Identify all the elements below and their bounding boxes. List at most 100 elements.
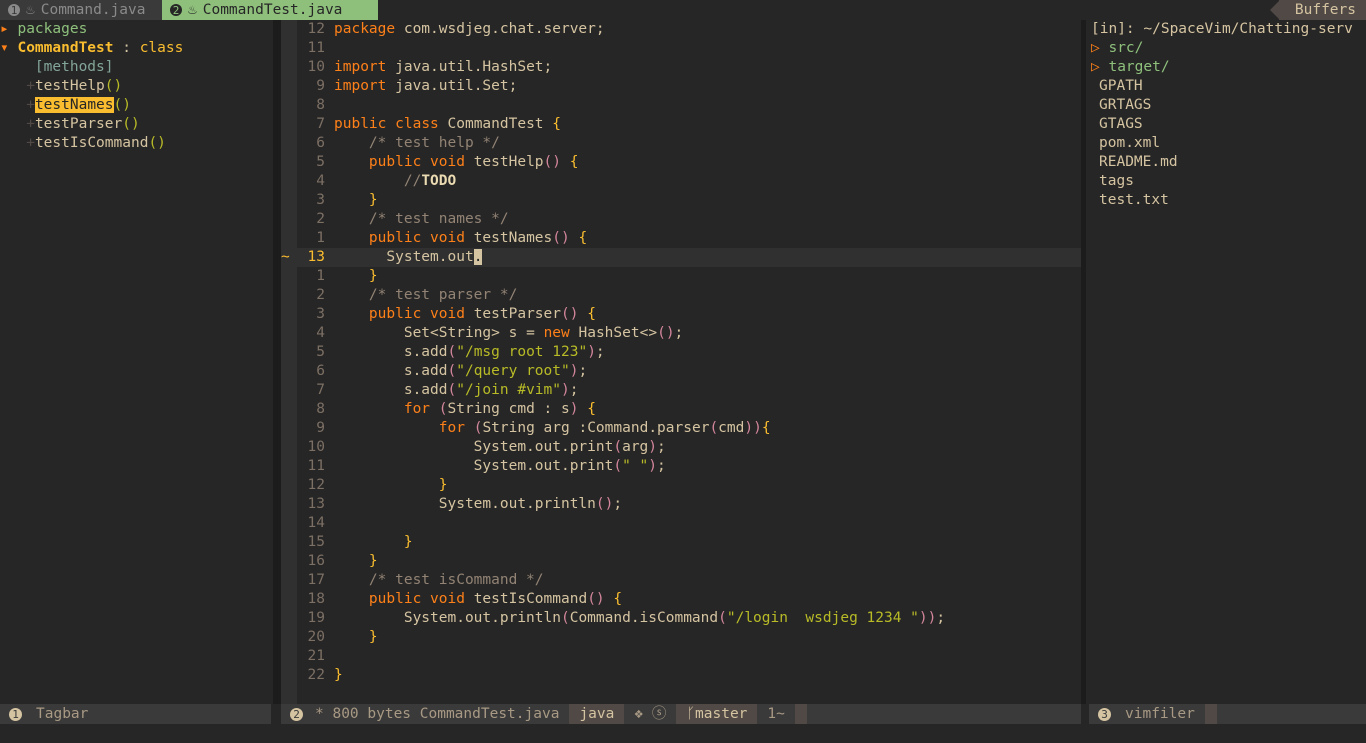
- code-line[interactable]: 3 public void testParser() {: [281, 305, 1081, 324]
- filer-file[interactable]: tags: [1086, 172, 1366, 191]
- code-line[interactable]: 16 }: [281, 552, 1081, 571]
- text-cursor: .: [473, 249, 483, 265]
- line-number: 5: [316, 154, 325, 170]
- code-line[interactable]: ~13 System.out.: [281, 248, 1081, 267]
- code-text: System.out.print(" ");: [334, 458, 666, 474]
- filer-directory[interactable]: ▷ src/: [1086, 39, 1366, 58]
- tagbar-method[interactable]: +testIsCommand(): [0, 134, 273, 153]
- code-text: /* test isCommand */: [368, 572, 544, 588]
- code-line[interactable]: 5 public void testHelp() {: [281, 153, 1081, 172]
- code-line[interactable]: 9 for (String arg :Command.parser(cmd)){: [281, 419, 1081, 438]
- code-text: public void testIsCommand() {: [368, 591, 623, 607]
- tab-label: CommandTest.java: [202, 1, 343, 18]
- code-line[interactable]: 21: [281, 647, 1081, 666]
- line-number: 1: [316, 268, 325, 284]
- code-line[interactable]: 22}: [281, 666, 1081, 685]
- code-text: for (String cmd : s) {: [403, 401, 596, 417]
- code-line[interactable]: 17 /* test isCommand */: [281, 571, 1081, 590]
- code-line[interactable]: 8: [281, 96, 1081, 115]
- vimfiler-pane[interactable]: [in]: ~/SpaceVim/Chatting-serv ▷ src/▷ t…: [1086, 20, 1366, 704]
- tab-command-java[interactable]: 1 ♨ Command.java: [0, 0, 162, 20]
- methods-header: [methods]: [34, 59, 114, 75]
- filer-file[interactable]: GRTAGS: [1086, 96, 1366, 115]
- line-number: 21: [307, 648, 325, 664]
- filer-file[interactable]: GPATH: [1086, 77, 1366, 96]
- line-number: 11: [307, 458, 325, 474]
- tagbar-class[interactable]: ▾ CommandTest : class: [0, 39, 273, 58]
- method-name: testParser: [34, 116, 123, 132]
- code-line[interactable]: 10 import java.util.HashSet;: [281, 58, 1081, 77]
- method-signature: (): [148, 135, 166, 151]
- code-line[interactable]: 12 }: [281, 476, 1081, 495]
- code-line[interactable]: 11 System.out.print(" ");: [281, 457, 1081, 476]
- code-line[interactable]: 4 //TODO: [281, 172, 1081, 191]
- code-line[interactable]: 12 package com.wsdjeg.chat.server;: [281, 20, 1081, 39]
- line-number: 4: [316, 325, 325, 341]
- code-line[interactable]: 2 /* test names */: [281, 210, 1081, 229]
- plus-icon: +: [26, 78, 35, 94]
- line-number: 19: [307, 610, 325, 626]
- code-line[interactable]: 9 import java.util.Set;: [281, 77, 1081, 96]
- code-line[interactable]: 6 s.add("/query root");: [281, 362, 1081, 381]
- code-text: }: [334, 667, 343, 683]
- editor-pane[interactable]: 12 package com.wsdjeg.chat.server; 11 10 imp…: [281, 20, 1081, 704]
- code-text: System.out.println();: [334, 496, 623, 512]
- line-number: 8: [316, 97, 325, 113]
- folder-collapsed-icon: ▷: [1091, 59, 1109, 75]
- tagbar-pane[interactable]: ▸ packages ▾ CommandTest : class [method…: [0, 20, 273, 704]
- statusline-separator: [794, 704, 807, 724]
- tab-separator: [146, 0, 162, 20]
- filetype: java: [569, 704, 625, 724]
- code-text: import java.util.HashSet;: [334, 59, 553, 75]
- code-text: public class CommandTest {: [334, 116, 562, 132]
- code-line[interactable]: 1 public void testNames() {: [281, 229, 1081, 248]
- directory-name: src/: [1108, 40, 1144, 56]
- line-number: 10: [307, 439, 325, 455]
- code-text: Set<String> s = new HashSet<>();: [403, 325, 684, 341]
- code-text: System.out.println(Command.isCommand("/l…: [334, 610, 946, 626]
- filer-file[interactable]: README.md: [1086, 153, 1366, 172]
- statusline-label: Tagbar: [36, 705, 89, 722]
- code-text: /* test names */: [368, 211, 509, 227]
- tagbar-method[interactable]: +testHelp(): [0, 77, 273, 96]
- code-text: package com.wsdjeg.chat.server;: [334, 21, 605, 37]
- code-line[interactable]: 20 }: [281, 628, 1081, 647]
- filer-directory[interactable]: ▷ target/: [1086, 58, 1366, 77]
- class-kind: class: [139, 40, 184, 56]
- plus-icon: +: [26, 135, 35, 151]
- code-text: }: [368, 192, 378, 208]
- code-line[interactable]: 18 public void testIsCommand() {: [281, 590, 1081, 609]
- code-line[interactable]: 4 Set<String> s = new HashSet<>();: [281, 324, 1081, 343]
- code-line[interactable]: 5 s.add("/msg root 123");: [281, 343, 1081, 362]
- filer-file[interactable]: GTAGS: [1086, 115, 1366, 134]
- tagbar-packages[interactable]: ▸ packages: [0, 20, 273, 39]
- code-text: import java.util.Set;: [334, 78, 518, 94]
- tab-number: 2: [170, 4, 182, 17]
- code-line[interactable]: 7 public class CommandTest {: [281, 115, 1081, 134]
- command-line[interactable]: [0, 724, 1366, 743]
- tagbar-method[interactable]: +testParser(): [0, 115, 273, 134]
- code-line[interactable]: 2 /* test parser */: [281, 286, 1081, 305]
- code-text: }: [368, 553, 378, 569]
- code-line[interactable]: 19 System.out.println(Command.isCommand(…: [281, 609, 1081, 628]
- code-line[interactable]: 7 s.add("/join #vim");: [281, 381, 1081, 400]
- filer-file[interactable]: test.txt: [1086, 191, 1366, 210]
- code-line[interactable]: 14: [281, 514, 1081, 533]
- code-line[interactable]: 10 System.out.print(arg);: [281, 438, 1081, 457]
- code-line[interactable]: 11: [281, 39, 1081, 58]
- code-line[interactable]: 15 }: [281, 533, 1081, 552]
- code-line[interactable]: 3 }: [281, 191, 1081, 210]
- tagbar-method[interactable]: +testNames(): [0, 96, 273, 115]
- line-number: 8: [316, 401, 325, 417]
- tab-commandtest-java[interactable]: 2 ♨ CommandTest.java: [162, 0, 378, 20]
- class-separator: :: [113, 40, 140, 56]
- filer-file[interactable]: pom.xml: [1086, 134, 1366, 153]
- window-separator[interactable]: [273, 20, 281, 704]
- code-line[interactable]: 13 System.out.println();: [281, 495, 1081, 514]
- code-line[interactable]: 6 /* test help */: [281, 134, 1081, 153]
- code-line[interactable]: 1 }: [281, 267, 1081, 286]
- line-number: 12: [307, 477, 325, 493]
- buffers-label[interactable]: Buffers: [1278, 0, 1366, 20]
- code-line[interactable]: 8 for (String cmd : s) {: [281, 400, 1081, 419]
- line-number: 7: [316, 382, 325, 398]
